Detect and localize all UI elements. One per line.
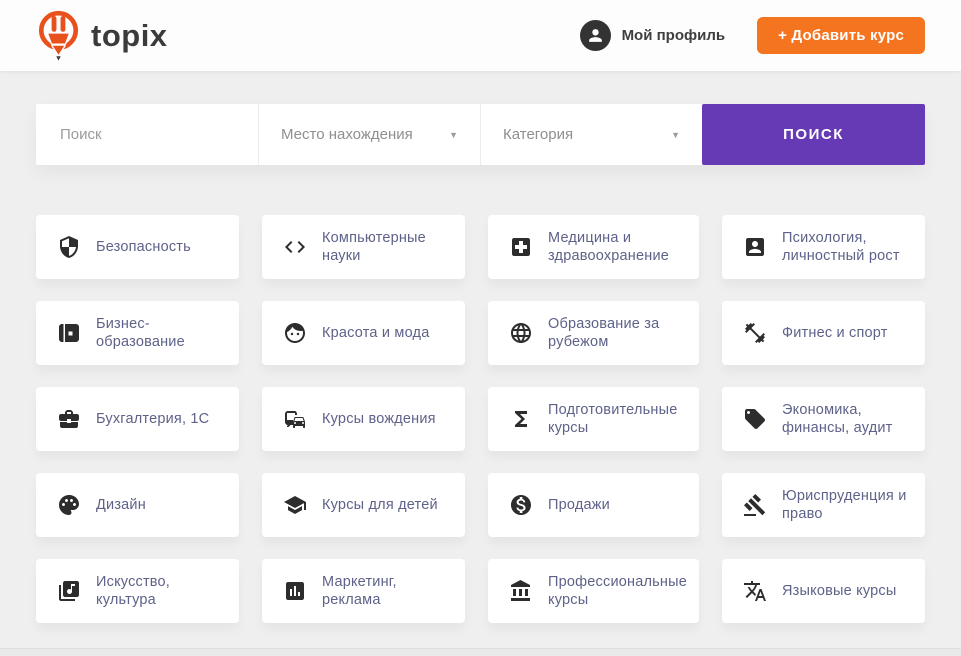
shield-icon: [57, 235, 81, 259]
search-field-wrap: [36, 104, 258, 165]
header: topix Мой профиль + Добавить курс: [0, 0, 961, 71]
category-label: Психология, личностный рост: [782, 229, 913, 265]
topix-logo-icon: [36, 9, 81, 63]
category-card[interactable]: Курсы вождения: [262, 387, 465, 451]
category-label: Экономика, финансы, аудит: [782, 401, 913, 437]
globe-icon: [509, 321, 533, 345]
category-select[interactable]: Категория ▼: [480, 104, 702, 165]
category-label: Бизнес-образование: [96, 315, 227, 351]
category-card[interactable]: Подготовительные курсы: [488, 387, 699, 451]
category-card[interactable]: Бухгалтерия, 1С: [36, 387, 239, 451]
category-label: Образование за рубежом: [548, 315, 687, 351]
price-tag-icon: [743, 407, 767, 431]
category-card[interactable]: Компьютерные науки: [262, 215, 465, 279]
topix-logo[interactable]: topix: [36, 9, 168, 63]
graduation-cap-icon: [283, 493, 307, 517]
chevron-down-icon: ▼: [449, 130, 458, 140]
dollar-circle-icon: [509, 493, 533, 517]
category-label: Бухгалтерия, 1С: [96, 410, 209, 428]
music-note-icon: [57, 579, 81, 603]
category-label: Продажи: [548, 496, 610, 514]
category-card[interactable]: Юриспруденция и право: [722, 473, 925, 537]
category-label: Дизайн: [96, 496, 146, 514]
category-card[interactable]: Безопасность: [36, 215, 239, 279]
add-course-button[interactable]: + Добавить курс: [757, 17, 925, 54]
category-label: Подготовительные курсы: [548, 401, 687, 437]
category-card[interactable]: Бизнес-образование: [36, 301, 239, 365]
face-icon: [283, 321, 307, 345]
chevron-down-icon: ▼: [671, 130, 680, 140]
category-card[interactable]: Фитнес и спорт: [722, 301, 925, 365]
category-card[interactable]: Маркетинг, реклама: [262, 559, 465, 623]
category-select-label: Категория: [503, 126, 573, 143]
category-label: Юриспруденция и право: [782, 487, 913, 523]
category-card[interactable]: Экономика, финансы, аудит: [722, 387, 925, 451]
palette-icon: [57, 493, 81, 517]
category-label: Курсы вождения: [322, 410, 436, 428]
location-select-label: Место нахождения: [281, 126, 413, 143]
category-label: Безопасность: [96, 238, 191, 256]
logo-wordmark: topix: [91, 18, 168, 54]
category-label: Искусство, культура: [96, 573, 227, 609]
bank-icon: [509, 579, 533, 603]
category-card[interactable]: Медицина и здравоохранение: [488, 215, 699, 279]
user-avatar-icon: [580, 20, 611, 51]
header-actions: Мой профиль + Добавить курс: [580, 17, 925, 54]
translate-icon: [743, 579, 767, 603]
medical-cross-icon: [509, 235, 533, 259]
category-card[interactable]: Психология, личностный рост: [722, 215, 925, 279]
category-card[interactable]: Искусство, культура: [36, 559, 239, 623]
vehicle-icon: [283, 407, 307, 431]
category-label: Медицина и здравоохранение: [548, 229, 687, 265]
business-education-icon: [57, 321, 81, 345]
category-card[interactable]: Профессиональные курсы: [488, 559, 699, 623]
category-label: Профессиональные курсы: [548, 573, 687, 609]
category-label: Маркетинг, реклама: [322, 573, 453, 609]
category-card[interactable]: Дизайн: [36, 473, 239, 537]
category-card[interactable]: Красота и мода: [262, 301, 465, 365]
category-label: Курсы для детей: [322, 496, 438, 514]
profile-link[interactable]: Мой профиль: [580, 20, 726, 51]
category-card[interactable]: Образование за рубежом: [488, 301, 699, 365]
category-card[interactable]: Курсы для детей: [262, 473, 465, 537]
briefcase-icon: [57, 407, 81, 431]
footer-strip: [0, 648, 961, 656]
location-select[interactable]: Место нахождения ▼: [258, 104, 480, 165]
category-label: Языковые курсы: [782, 582, 896, 600]
sigma-icon: [509, 407, 533, 431]
code-icon: [283, 235, 307, 259]
person-card-icon: [743, 235, 767, 259]
bar-chart-icon: [283, 579, 307, 603]
search-bar: Место нахождения ▼ Категория ▼ ПОИСК: [36, 104, 925, 165]
search-input[interactable]: [60, 126, 234, 143]
category-grid: Безопасность Компьютерные науки Медицина…: [36, 215, 925, 623]
search-button[interactable]: ПОИСК: [702, 104, 925, 165]
category-label: Красота и мода: [322, 324, 429, 342]
category-label: Компьютерные науки: [322, 229, 453, 265]
category-card[interactable]: Языковые курсы: [722, 559, 925, 623]
dumbbell-icon: [743, 321, 767, 345]
category-label: Фитнес и спорт: [782, 324, 888, 342]
gavel-icon: [743, 493, 767, 517]
profile-label: Мой профиль: [622, 27, 726, 44]
category-card[interactable]: Продажи: [488, 473, 699, 537]
